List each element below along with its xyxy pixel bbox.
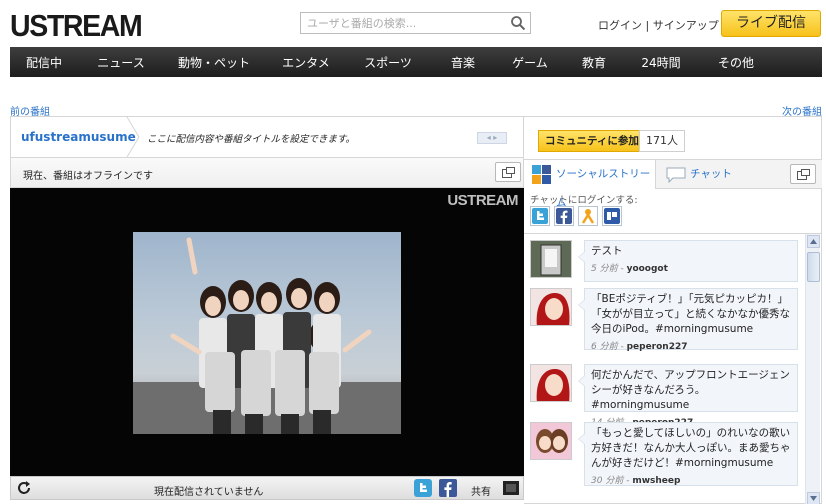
stream-tabs: ソーシャルストリーム チャット xyxy=(524,159,822,209)
tab-social-stream[interactable]: ソーシャルストリーム xyxy=(524,160,656,209)
channel-bar: ufustreamusume ここに配信内容や番組タイトルを設定できます。 ◂ … xyxy=(10,116,524,158)
refresh-icon[interactable] xyxy=(17,481,31,495)
social-stream-icon xyxy=(532,165,551,184)
channel-description: ここに配信内容や番組タイトルを設定できます。 xyxy=(147,134,356,145)
post-text: 何だかんだで、アップフロントエージェンシーが好きなんだろう。#morningmu… xyxy=(591,369,790,411)
twitter-icon xyxy=(532,208,548,224)
chat-login-options xyxy=(530,206,622,226)
join-community-button[interactable]: コミュニティに参加 xyxy=(538,130,646,152)
post-bubble: テスト 5 分前 - yooogot xyxy=(578,240,798,282)
offline-status-text: 現在、番組はオフラインです xyxy=(23,171,153,182)
nav-item-live[interactable]: 配信中 xyxy=(10,54,78,71)
nav-item-animals-pets[interactable]: 動物・ペット xyxy=(164,54,264,71)
facebook-share-icon[interactable] xyxy=(439,479,457,497)
myspace-icon xyxy=(604,208,620,224)
user-avatar[interactable] xyxy=(530,422,572,460)
popout-icon xyxy=(502,167,515,178)
offline-thumbnail-image xyxy=(133,232,401,434)
signup-link[interactable]: サインアップ xyxy=(653,19,719,32)
video-player[interactable]: USTREAM xyxy=(10,188,524,476)
search-icon[interactable] xyxy=(510,15,526,31)
chevron-divider-icon xyxy=(126,117,140,157)
ustream-logo[interactable]: USTREAM xyxy=(10,8,143,44)
nav-item-news[interactable]: ニュース xyxy=(78,54,164,71)
facebook-icon xyxy=(556,208,572,224)
nav-item-music[interactable]: 音楽 xyxy=(428,54,498,71)
mixi-login-button[interactable] xyxy=(578,206,598,226)
post-time: 5 分前 xyxy=(591,264,618,274)
post-meta: 5 分前 - yooogot xyxy=(591,264,668,274)
post-username[interactable]: mwsheep xyxy=(632,476,680,486)
twitter-login-button[interactable] xyxy=(530,206,550,226)
social-stream-list[interactable]: テスト 5 分前 - yooogot 「BEポジティブ！」「元気ピカッピカ！」「… xyxy=(524,233,822,504)
post-username[interactable]: yooogot xyxy=(627,264,668,274)
post-bubble: 「もっと愛してほしいの」のれいなの歌い方好きだ！なんか大人っぽい。まあ愛ちゃんが… xyxy=(578,422,798,486)
category-nav: 配信中 ニュース 動物・ペット エンタメ スポーツ 音楽 ゲーム 教育 24時間… xyxy=(10,47,822,77)
prev-next-arrows-icon[interactable]: ◂ ▸ xyxy=(477,132,507,144)
post-time: 6 分前 xyxy=(591,342,618,352)
auth-separator: | xyxy=(645,19,653,32)
avatar-image xyxy=(531,423,571,459)
popout-icon xyxy=(797,169,810,180)
popout-social-button[interactable] xyxy=(790,164,816,184)
post-meta: 30 分前 - mwsheep xyxy=(591,476,681,486)
user-avatar[interactable] xyxy=(530,364,572,402)
popout-player-button[interactable] xyxy=(495,162,521,182)
facebook-login-button[interactable] xyxy=(554,206,574,226)
stream-post: テスト 5 分前 - yooogot xyxy=(530,240,800,284)
post-meta: 6 分前 - peperon227 xyxy=(591,342,688,352)
nav-item-sports[interactable]: スポーツ xyxy=(348,54,428,71)
offline-status-bar: 現在、番組はオフラインです xyxy=(10,158,524,188)
arrow-up-icon xyxy=(810,239,817,244)
group-photo-image xyxy=(133,237,401,434)
share-label[interactable]: 共有 xyxy=(471,483,491,498)
search-box xyxy=(300,12,531,34)
social-column: コミュニティに参加 171人 ソーシャルストリーム チャット チャットにログイン… xyxy=(524,116,822,504)
fullscreen-icon[interactable] xyxy=(503,481,519,495)
post-username[interactable]: peperon227 xyxy=(627,342,688,352)
user-avatar[interactable] xyxy=(530,240,572,278)
post-text: 「BEポジティブ！」「元気ピカッピカ！」「女がが目立って」と続くなかなか優秀な今… xyxy=(591,293,790,335)
nav-item-education[interactable]: 教育 xyxy=(562,54,626,71)
chat-login-label: チャットにログインする: xyxy=(530,195,638,206)
post-text: テスト xyxy=(591,245,623,257)
nav-item-entertainment[interactable]: エンタメ xyxy=(264,54,348,71)
chat-bubble-icon xyxy=(666,167,686,183)
player-controls: 現在配信されていません 共有 xyxy=(10,476,524,500)
arrow-down-icon xyxy=(810,496,817,501)
twitter-share-icon[interactable] xyxy=(414,479,432,497)
avatar-image xyxy=(531,289,571,325)
search-input[interactable] xyxy=(301,13,501,33)
user-avatar[interactable] xyxy=(530,288,572,326)
stream-post: 「もっと愛してほしいの」のれいなの歌い方好きだ！なんか大人っぽい。まあ愛ちゃんが… xyxy=(530,422,800,492)
live-broadcast-button[interactable]: ライブ配信 xyxy=(721,10,821,37)
scroll-up-button[interactable] xyxy=(807,235,820,248)
login-link[interactable]: ログイン xyxy=(598,19,642,32)
nav-item-games[interactable]: ゲーム xyxy=(498,54,562,71)
nav-item-other[interactable]: その他 xyxy=(696,54,776,71)
post-time: 30 分前 xyxy=(591,476,624,486)
tab-chat[interactable]: チャット xyxy=(664,160,732,189)
scroll-down-button[interactable] xyxy=(807,492,820,504)
avatar-image xyxy=(531,241,571,277)
mixi-icon xyxy=(581,209,595,224)
auth-links: ログイン | サインアップ xyxy=(598,17,719,33)
broadcast-status-text: 現在配信されていません xyxy=(154,487,264,498)
tab-chat-label: チャット xyxy=(690,168,732,180)
post-bubble: 「BEポジティブ！」「元気ピカッピカ！」「女がが目立って」と続くなかなか優秀な今… xyxy=(578,288,798,352)
stream-post: 何だかんだで、アップフロントエージェンシーが好きなんだろう。#morningmu… xyxy=(530,364,800,428)
post-bubble: 何だかんだで、アップフロントエージェンシーが好きなんだろう。#morningmu… xyxy=(578,364,798,428)
post-text: 「もっと愛してほしいの」のれいなの歌い方好きだ！なんか大人っぽい。まあ愛ちゃんが… xyxy=(591,427,791,469)
stream-scrollbar[interactable] xyxy=(805,234,820,504)
myspace-login-button[interactable] xyxy=(602,206,622,226)
channel-name[interactable]: ufustreamusume xyxy=(21,130,136,144)
community-member-count: 171人 xyxy=(639,130,685,152)
player-watermark: USTREAM xyxy=(447,192,518,209)
nav-item-24hours[interactable]: 24時間 xyxy=(626,54,696,71)
scroll-thumb[interactable] xyxy=(807,252,820,282)
avatar-image xyxy=(531,365,571,401)
stream-post: 「BEポジティブ！」「元気ピカッピカ！」「女がが目立って」と続くなかなか優秀な今… xyxy=(530,288,800,358)
player-column: ufustreamusume ここに配信内容や番組タイトルを設定できます。 ◂ … xyxy=(10,116,524,504)
